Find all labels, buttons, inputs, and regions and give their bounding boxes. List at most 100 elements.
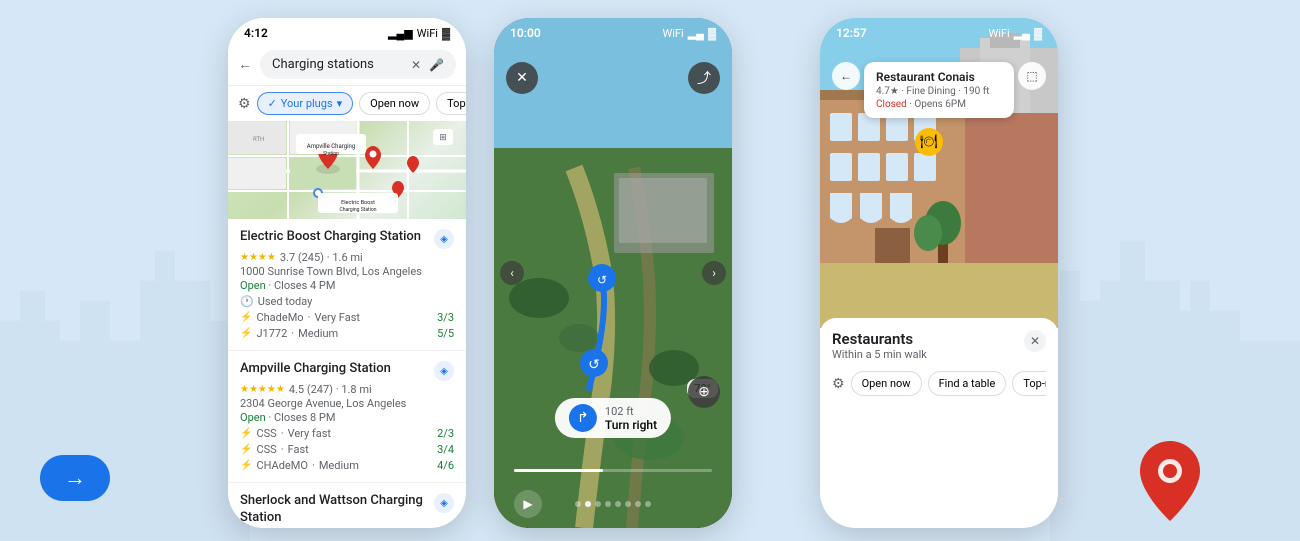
phone1-status-bar: 4:12 ▂▄▆ WiFi ▓ — [228, 18, 466, 44]
restaurant-card[interactable]: Restaurant Conais 4.7★ · Fine Dining · 1… — [864, 62, 1014, 118]
result2-charger-2: ⚡ CSS · Fast 3/4 — [240, 443, 454, 456]
filter-top-rated[interactable]: Top rated — [436, 92, 466, 115]
signal-icon-2: ▂▄ — [688, 27, 704, 40]
result1-status: Open · Closes 4 PM — [240, 279, 454, 292]
panel-title: Restaurants — [832, 330, 927, 348]
clear-icon[interactable]: ✕ — [411, 58, 421, 72]
filter-open-now-3[interactable]: Open now — [851, 371, 922, 396]
result1-title: Electric Boost Charging Station — [240, 229, 434, 246]
signal-icon: ▂▄▆ — [388, 27, 413, 40]
share-icon: ⤴ — [697, 68, 711, 88]
battery-icon: ▓ — [442, 27, 450, 40]
chevron-right-icon: › — [712, 266, 716, 280]
restaurant-status: Closed · Opens 6PM — [876, 99, 1002, 110]
svg-text:Electric Boost: Electric Boost — [341, 200, 375, 206]
result2-charger-3: ⚡ CHAdeMO · Medium 4/6 — [240, 459, 454, 472]
result2-address: 2304 George Avenue, Los Angeles — [240, 397, 454, 410]
battery-icon-3: ▓ — [1034, 27, 1042, 40]
arrow-icon: → — [64, 465, 86, 491]
phone1-map[interactable]: RTH Ampville Charging Station — [228, 121, 466, 219]
panel-close-button[interactable]: ✕ — [1024, 330, 1046, 352]
filter-your-plugs[interactable]: ✓ Your plugs ▾ — [257, 92, 354, 115]
phone2-time: 10:00 — [510, 26, 541, 40]
phone2-status-bar: 10:00 WiFi ▂▄ ▓ — [494, 18, 732, 44]
back-arrow-icon[interactable]: ← — [238, 56, 252, 73]
dot-3 — [595, 501, 601, 507]
search-input-container[interactable]: Charging stations ✕ 🎤 — [260, 50, 456, 79]
close-button[interactable]: ✕ — [506, 62, 538, 94]
phone2-bottom-bar: ▶ — [514, 490, 712, 518]
result-item-3[interactable]: Sherlock and Wattson Charging Station ◈ … — [228, 483, 466, 528]
bolt-icon-4: ⚡ — [240, 444, 252, 455]
panel-header: Restaurants Within a 5 min walk ✕ — [832, 330, 1046, 361]
tune-icon[interactable]: ⚙ — [238, 96, 251, 112]
compass-button[interactable]: ⊕ — [688, 376, 720, 408]
tune-icon-3[interactable]: ⚙ — [832, 376, 845, 392]
chevron-left-icon: ‹ — [510, 266, 514, 280]
phone-charging-stations: 4:12 ▂▄▆ WiFi ▓ ← Charging stations ✕ 🎤 … — [228, 18, 466, 528]
phone-navigation: ↺ ↺ 10:00 WiFi ▂▄ ▓ ✕ ⤴ ‹ — [494, 18, 732, 528]
phone3-bottom-panel: Restaurants Within a 5 min walk ✕ ⚙ Open… — [820, 318, 1058, 528]
result1-rating-text: 3.7 (245) · 1.6 mi — [280, 251, 363, 264]
navigate-icon-1[interactable]: ◈ — [434, 229, 454, 249]
voice-icon[interactable]: 🎤 — [429, 58, 444, 72]
restaurant-meta: 4.7★ · Fine Dining · 190 ft — [876, 86, 1002, 97]
filter-open-now[interactable]: Open now — [359, 92, 430, 115]
back-button[interactable]: ← — [832, 62, 860, 90]
battery-icon-2: ▓ — [708, 27, 716, 40]
result1-charger-1: ⚡ ChadeMo · Very Fast 3/3 — [240, 311, 454, 324]
navigate-icon-2[interactable]: ◈ — [434, 361, 454, 381]
share-button[interactable]: ⤴ — [688, 62, 720, 94]
close-icon: ✕ — [516, 70, 528, 86]
compass-icon: ⊕ — [698, 384, 710, 400]
result2-rating-text: 4.5 (247) · 1.8 mi — [289, 383, 372, 396]
turn-right-icon: ↱ — [569, 404, 597, 432]
svg-text:⊞: ⊞ — [439, 133, 447, 143]
svg-text:Station: Station — [323, 151, 339, 157]
progress-bar — [514, 469, 712, 472]
phone2-aerial-map: ↺ ↺ — [494, 18, 732, 528]
phone3-status-bar: 12:57 WiFi ▂▄ ▓ — [820, 18, 1058, 44]
navigate-icon-3[interactable]: ◈ — [434, 493, 454, 513]
cta-arrow-button[interactable]: → — [40, 455, 110, 501]
back-arrow-icon-3: ← — [840, 69, 852, 83]
signal-icon-3: ▂▄ — [1014, 27, 1030, 40]
wifi-icon: WiFi — [417, 27, 438, 40]
filter-find-table[interactable]: Find a table — [928, 371, 1007, 396]
street-view-icon: ⬚ — [1026, 69, 1037, 83]
stars-icon-1: ★★★★ — [240, 252, 276, 263]
progress-fill — [514, 469, 603, 472]
dot-6 — [625, 501, 631, 507]
nav-instruction: Turn right — [605, 418, 657, 432]
filter-top-rated-3[interactable]: Top-rated — [1012, 371, 1046, 396]
phone1-status-icons: ▂▄▆ WiFi ▓ — [388, 27, 450, 40]
result1-charger-2: ⚡ J1772 · Medium 5/5 — [240, 327, 454, 340]
svg-text:↺: ↺ — [597, 273, 607, 287]
chevron-icon: ▾ — [337, 97, 343, 110]
nav-distance: 102 ft — [605, 405, 657, 418]
play-button[interactable]: ▶ — [514, 490, 542, 518]
restaurant-emoji-badge: 🍽 — [915, 128, 943, 156]
svg-text:Charging Station: Charging Station — [340, 207, 377, 213]
play-icon: ▶ — [523, 497, 532, 511]
phone-street-view: 12:57 WiFi ▂▄ ▓ ← ⬚ Restaurant Conais 4.… — [820, 18, 1058, 528]
result-item-2[interactable]: Ampville Charging Station ◈ ★★★★★ 4.5 (2… — [228, 351, 466, 483]
search-input[interactable]: Charging stations — [272, 57, 403, 72]
result1-address: 1000 Sunrise Town Blvd, Los Angeles — [240, 265, 454, 278]
result2-charger-1: ⚡ CSS · Very fast 2/3 — [240, 427, 454, 440]
nav-arrow-left[interactable]: ‹ — [500, 261, 524, 285]
wifi-icon-2: WiFi — [663, 27, 684, 40]
street-view-button[interactable]: ⬚ — [1018, 62, 1046, 90]
dot-7 — [635, 501, 641, 507]
close-icon-3: ✕ — [1030, 334, 1040, 348]
clock-icon: 🕐 — [240, 295, 254, 308]
svg-text:↺: ↺ — [588, 357, 600, 373]
bolt-icon: ⚡ — [240, 312, 252, 323]
bolt-icon-2: ⚡ — [240, 328, 252, 339]
map-pin-decoration — [1140, 441, 1200, 521]
result-item-1[interactable]: Electric Boost Charging Station ◈ ★★★★ 3… — [228, 219, 466, 351]
svg-text:RTH: RTH — [253, 136, 264, 143]
phone3-time: 12:57 — [836, 26, 867, 40]
svg-text:Ampville Charging: Ampville Charging — [307, 143, 355, 150]
nav-arrow-right[interactable]: › — [702, 261, 726, 285]
